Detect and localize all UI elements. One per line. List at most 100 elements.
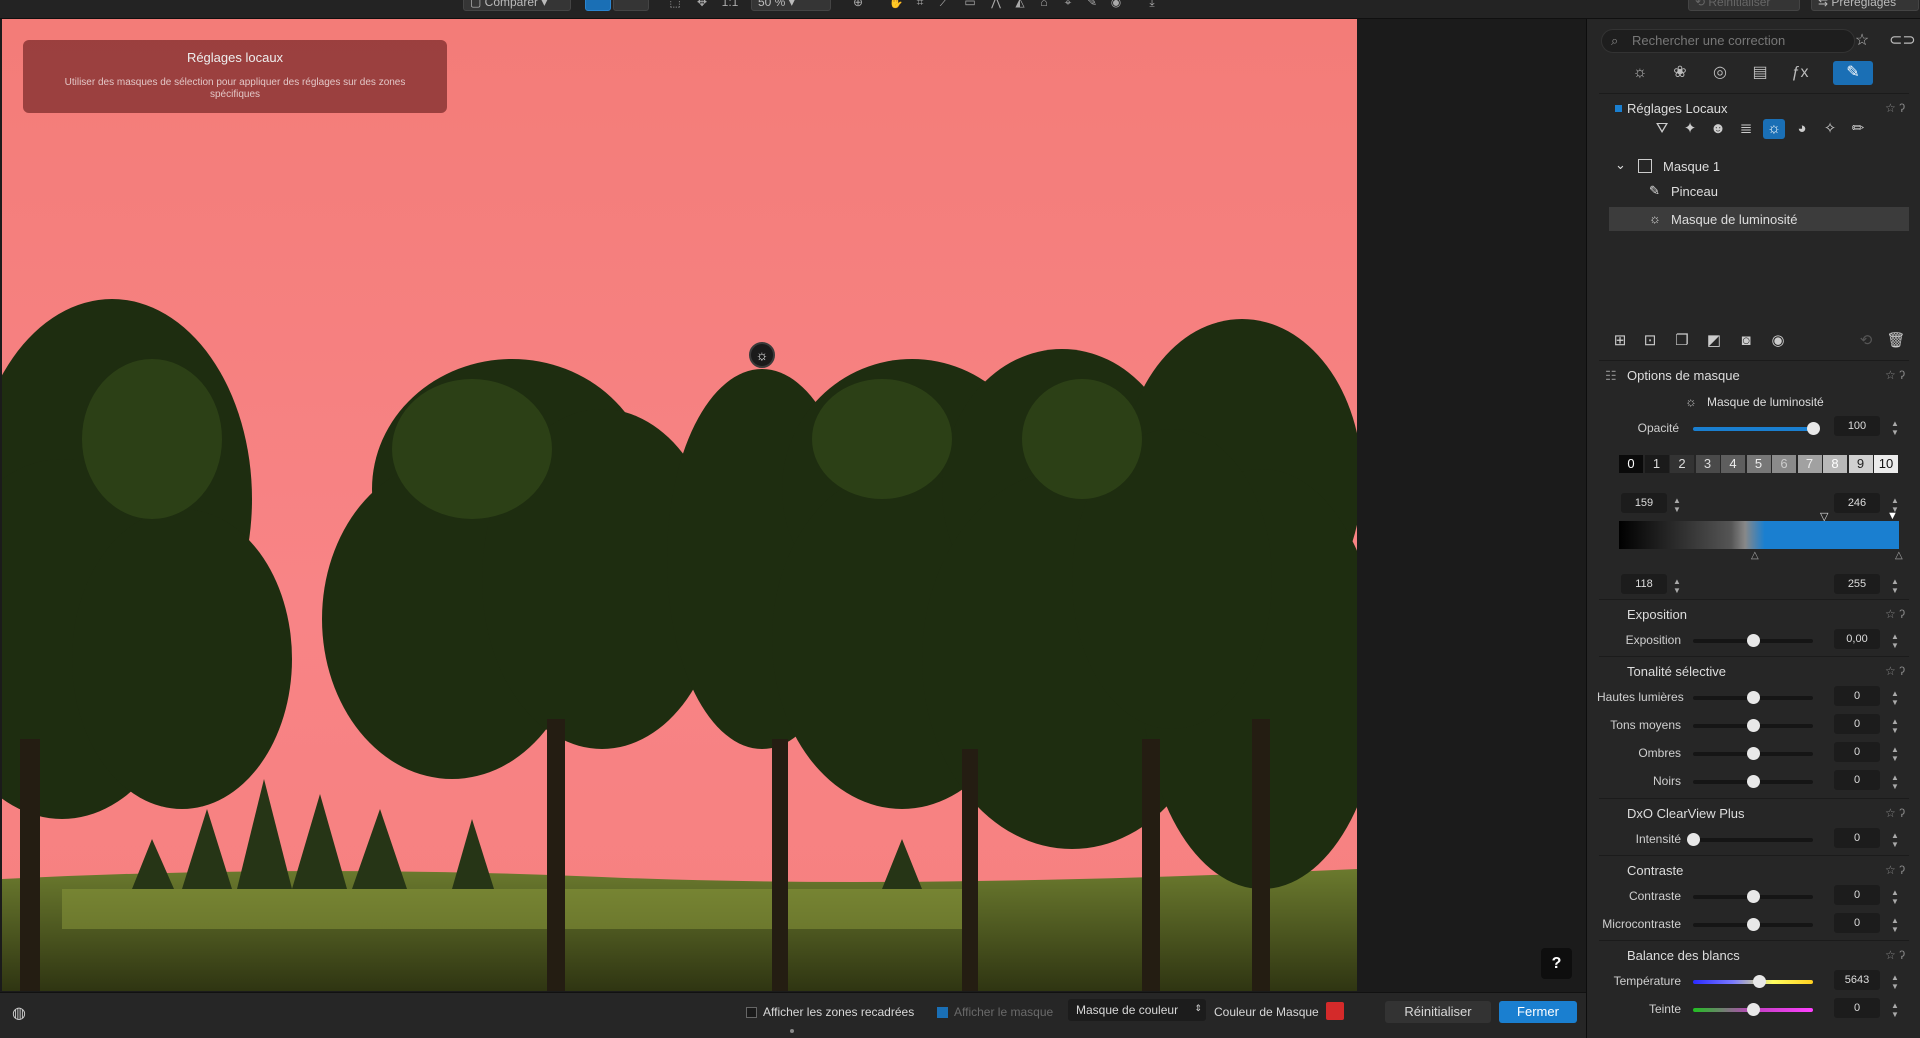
selective-section-title[interactable]: Tonalité sélective [1627, 664, 1726, 679]
eye-icon[interactable]: ◉ [1108, 0, 1124, 9]
wb-value[interactable]: 5643 [1834, 970, 1880, 990]
selective-star-icon[interactable]: ☆ ʔ [1885, 664, 1905, 678]
wb-slider[interactable] [1693, 1003, 1813, 1016]
zoom-select[interactable]: 50 % ▾ [751, 0, 831, 11]
add-mask-icon[interactable]: ⊞ [1609, 331, 1631, 351]
selective-slider[interactable] [1693, 691, 1813, 704]
selective-slider-knob[interactable] [1747, 719, 1760, 732]
snapshot-icon[interactable]: ⊕ [850, 0, 866, 9]
clearview-slider-knob[interactable] [1687, 833, 1700, 846]
clearview-star-icon[interactable]: ☆ ʔ [1885, 806, 1905, 820]
perspective-icon[interactable]: ⋀ [988, 0, 1004, 9]
reset-button-top[interactable]: ⟲ Réinitialiser [1688, 0, 1800, 11]
color-mask-icon[interactable]: ◕ [1791, 119, 1813, 139]
opacity-value[interactable]: 100 [1834, 416, 1880, 436]
luminosity-range-gradient[interactable] [1619, 521, 1899, 549]
split-view-button[interactable] [613, 0, 649, 11]
wb-stepper-icon[interactable]: ▲ ▼ [1891, 1001, 1901, 1019]
mask-color-swatch[interactable] [1326, 1002, 1344, 1020]
selective-slider[interactable] [1693, 719, 1813, 732]
move-icon[interactable]: ✥ [694, 0, 710, 9]
zone-10[interactable]: 10 [1874, 455, 1898, 473]
auto-mask-icon[interactable]: ⛛ [1651, 119, 1673, 139]
control-point-icon[interactable]: ✦ [1679, 119, 1701, 139]
range-top-left-stepper-icon[interactable]: ▲ ▼ [1673, 496, 1683, 514]
exposure-slider-knob[interactable] [1747, 634, 1760, 647]
selective-value[interactable]: 0 [1834, 770, 1880, 790]
range-bottom-handle-right-icon[interactable]: △ [1895, 550, 1903, 561]
zone-4[interactable]: 4 [1721, 455, 1745, 473]
horizon-icon[interactable]: ▭ [962, 0, 978, 9]
reset-button[interactable]: Réinitialiser [1385, 1001, 1491, 1023]
wb-slider[interactable] [1693, 975, 1813, 988]
selective-stepper-icon[interactable]: ▲ ▼ [1891, 717, 1901, 735]
hand-icon[interactable]: ✋ [888, 0, 904, 9]
invert-mask-icon[interactable]: ◩ [1703, 331, 1725, 351]
range-bottom-right[interactable]: 255 [1834, 574, 1880, 594]
selective-slider[interactable] [1693, 775, 1813, 788]
contrast-star-icon[interactable]: ☆ ʔ [1885, 863, 1905, 877]
crop-icon[interactable]: ⌗ [912, 0, 928, 9]
range-bottom-right-stepper-icon[interactable]: ▲ ▼ [1891, 577, 1901, 595]
mask-item-brush[interactable]: Pinceau [1671, 184, 1718, 199]
wb-slider-knob[interactable] [1753, 975, 1766, 988]
photo-canvas[interactable] [2, 19, 1357, 991]
exposure-value[interactable]: 0,00 [1834, 629, 1880, 649]
selective-stepper-icon[interactable]: ▲ ▼ [1891, 773, 1901, 791]
detail-tab-icon[interactable]: ◎ [1707, 61, 1733, 85]
range-top-right[interactable]: 246 [1834, 493, 1880, 513]
graduated-filter-icon[interactable]: ≣ [1735, 119, 1757, 139]
range-bottom-handle-left-icon[interactable]: △ [1751, 550, 1759, 561]
straighten-icon[interactable]: ⟋ [936, 0, 952, 9]
clearview-section-title[interactable]: DxO ClearView Plus [1627, 806, 1745, 821]
mask-mode-select[interactable]: Masque de couleur ⇕ [1068, 999, 1206, 1021]
exposure-slider[interactable] [1693, 634, 1813, 647]
zone-1[interactable]: 1 [1644, 455, 1669, 473]
local-star-icon[interactable]: ☆ ʔ [1885, 101, 1905, 115]
contrast-slider-knob[interactable] [1747, 918, 1760, 931]
local-tab-icon[interactable]: ✎ [1833, 61, 1873, 85]
clearview-stepper-icon[interactable]: ▲ ▼ [1891, 831, 1901, 849]
selective-value[interactable]: 0 [1834, 742, 1880, 762]
mask-name[interactable]: Masque 1 [1663, 159, 1720, 174]
control-line-icon[interactable]: ☻ [1707, 119, 1729, 139]
contrast-slider[interactable] [1693, 918, 1813, 931]
fit-icon[interactable]: ⬚ [667, 0, 683, 9]
contrast-value[interactable]: 0 [1834, 913, 1880, 933]
color-tab-icon[interactable]: ❀ [1667, 61, 1693, 85]
contrast-section-title[interactable]: Contraste [1627, 863, 1683, 878]
contrast-slider[interactable] [1693, 890, 1813, 903]
zone-2[interactable]: 2 [1670, 455, 1694, 473]
wb-slider-knob[interactable] [1747, 1003, 1760, 1016]
wb-stepper-icon[interactable]: ▲ ▼ [1891, 973, 1901, 991]
effects-tab-icon[interactable]: ƒx [1787, 61, 1813, 85]
mask-mode-icon[interactable]: ◙ [1735, 331, 1757, 351]
help-button[interactable]: ? [1541, 948, 1572, 979]
redeye-icon[interactable]: ◭ [1012, 0, 1028, 9]
star-favorites-icon[interactable]: ☆ [1850, 29, 1874, 53]
add-submask-icon[interactable]: ⊡ [1639, 331, 1661, 351]
show-crop-box[interactable] [746, 1007, 757, 1018]
selective-slider-knob[interactable] [1747, 691, 1760, 704]
zone-5[interactable]: 5 [1746, 455, 1771, 473]
selective-value[interactable]: 0 [1834, 714, 1880, 734]
selective-stepper-icon[interactable]: ▲ ▼ [1891, 689, 1901, 707]
export-icon[interactable]: ⤓ [1144, 0, 1160, 9]
repair-icon[interactable]: ⌂ [1036, 0, 1052, 9]
exposure-section-title[interactable]: Exposition [1627, 607, 1687, 622]
search-input[interactable]: ⌕ Rechercher une correction [1601, 29, 1855, 53]
wb-section-title[interactable]: Balance des blancs [1627, 948, 1740, 963]
range-bottom-left-stepper-icon[interactable]: ▲ ▼ [1673, 577, 1683, 595]
geometry-tab-icon[interactable]: ▤ [1747, 61, 1773, 85]
selective-slider-knob[interactable] [1747, 775, 1760, 788]
show-mask-checkbox[interactable]: Afficher le masque [937, 1005, 1053, 1019]
ai-mask-icon[interactable]: ✧ [1819, 119, 1841, 139]
contrast-slider-knob[interactable] [1747, 890, 1760, 903]
contrast-stepper-icon[interactable]: ▲ ▼ [1891, 888, 1901, 906]
zone-0[interactable]: 0 [1619, 455, 1643, 473]
range-bottom-left[interactable]: 118 [1621, 574, 1667, 594]
mask-visibility-checkbox[interactable] [1638, 159, 1652, 173]
mask-options-star-icon[interactable]: ☆ ʔ [1885, 368, 1905, 382]
luminosity-picker-icon[interactable]: ☼ [749, 342, 775, 368]
show-mask-icon[interactable]: ◉ [1767, 331, 1789, 351]
